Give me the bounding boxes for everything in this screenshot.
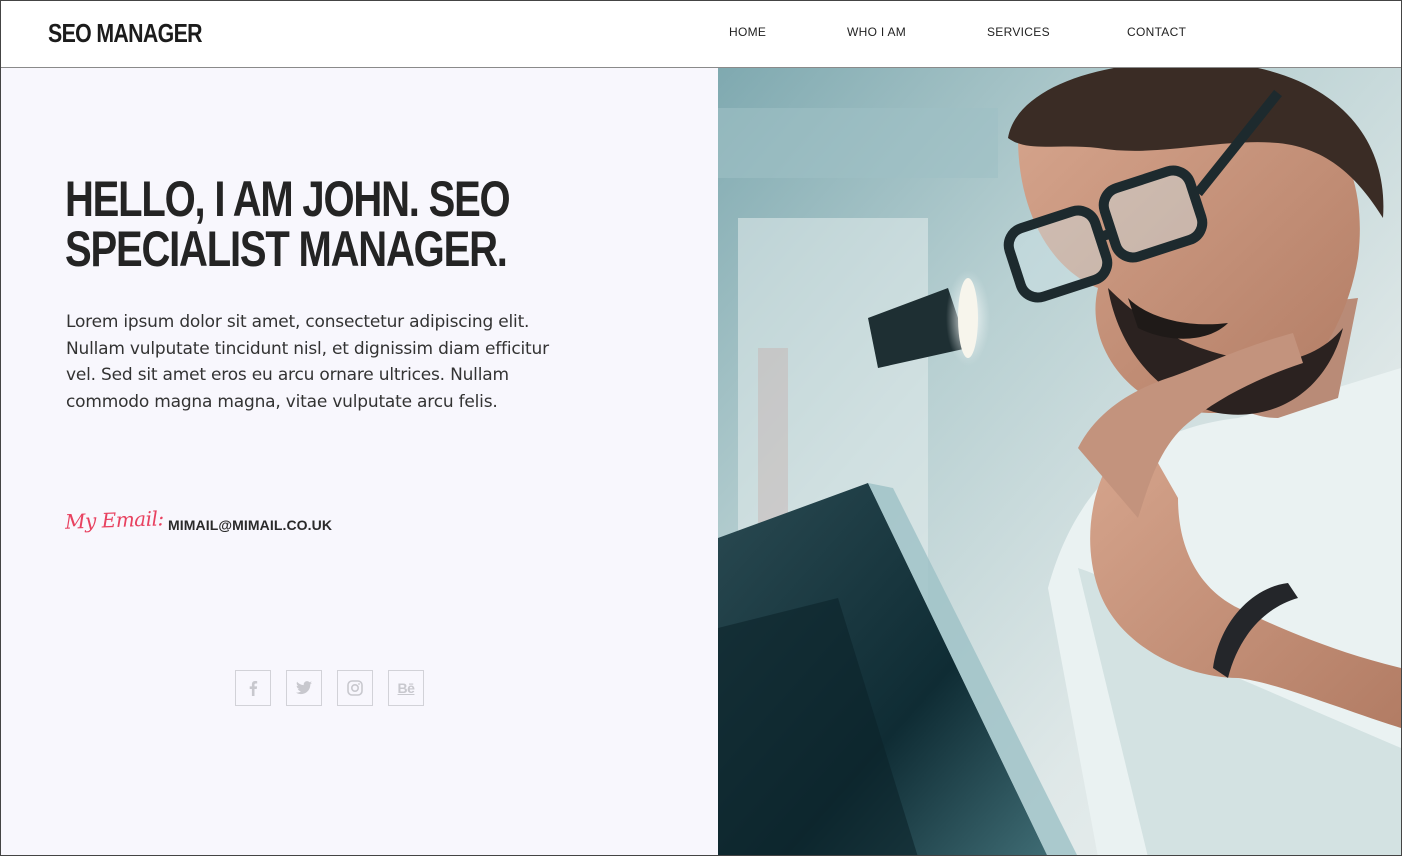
site-header: SEO MANAGER HOME WHO I AM SERVICES CONTA…	[1, 1, 1401, 68]
hero-intro-panel: HELLO, I AM JOHN. SEO SPECIALIST MANAGER…	[1, 68, 718, 855]
nav-home[interactable]: HOME	[729, 25, 766, 39]
hero-photo	[718, 68, 1401, 855]
nav-services[interactable]: SERVICES	[987, 25, 1050, 39]
behance-icon[interactable]: Bē	[388, 670, 424, 706]
email-link[interactable]: MIMAIL@MIMAIL.CO.UK	[168, 517, 332, 533]
twitter-icon[interactable]	[286, 670, 322, 706]
hero-description: Lorem ipsum dolor sit amet, consectetur …	[66, 312, 549, 412]
site-logo[interactable]: SEO MANAGER	[48, 18, 203, 49]
facebook-icon[interactable]	[235, 670, 271, 706]
man-with-laptop-illustration	[718, 68, 1401, 855]
nav-contact[interactable]: CONTACT	[1127, 25, 1186, 39]
hero-headline-line-2: SPECIALIST MANAGER.	[65, 221, 508, 277]
email-label: My Email:	[64, 506, 165, 534]
behance-glyph: Bē	[397, 680, 415, 696]
hero-headline: HELLO, I AM JOHN. SEO SPECIALIST MANAGER…	[65, 171, 511, 277]
page-frame: SEO MANAGER HOME WHO I AM SERVICES CONTA…	[0, 0, 1402, 856]
instagram-icon[interactable]	[337, 670, 373, 706]
hero-headline-line-1: HELLO, I AM JOHN. SEO	[65, 171, 511, 227]
nav-who-i-am[interactable]: WHO I AM	[847, 25, 906, 39]
